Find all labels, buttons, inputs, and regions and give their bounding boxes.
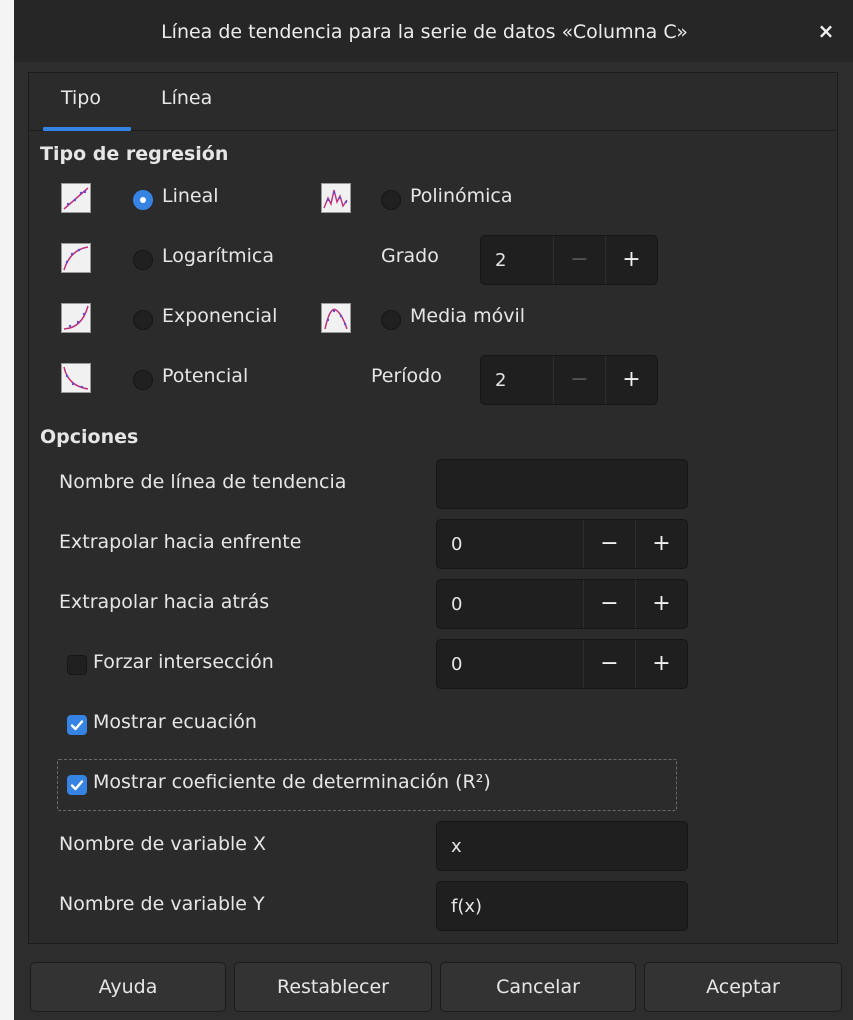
trendline-name-input[interactable] (436, 459, 688, 509)
power-trend-icon (61, 363, 91, 393)
extrapolate-forward-decrement-button[interactable]: − (583, 520, 635, 568)
extrapolate-backward-decrement-button[interactable]: − (583, 580, 635, 628)
x-variable-input[interactable]: x (436, 821, 688, 871)
grado-increment-button[interactable]: + (605, 236, 657, 284)
extrapolate-forward-value[interactable]: 0 (451, 520, 462, 570)
show-r2-checkbox[interactable] (67, 775, 87, 795)
extrapolate-backward-label: Extrapolar hacia atrás (59, 591, 270, 613)
periodo-label: Período (371, 365, 442, 387)
checkmark-icon (70, 720, 84, 731)
show-equation-label[interactable]: Mostrar ecuación (93, 711, 257, 733)
close-button[interactable]: × (815, 20, 837, 42)
extrapolate-forward-spinner[interactable]: 0 − + (436, 519, 688, 569)
radio-potencial[interactable] (133, 370, 153, 390)
radio-potencial-label[interactable]: Potencial (162, 365, 248, 387)
radio-logaritmica-label[interactable]: Logarítmica (162, 245, 274, 267)
dialog-title: Línea de tendencia para la serie de dato… (161, 21, 688, 43)
force-intercept-increment-button[interactable]: + (635, 640, 687, 688)
periodo-decrement-button[interactable]: − (553, 356, 605, 404)
reset-button[interactable]: Restablecer (234, 962, 432, 1012)
polynomial-trend-icon (321, 183, 351, 213)
force-intercept-decrement-button[interactable]: − (583, 640, 635, 688)
extrapolate-backward-increment-button[interactable]: + (635, 580, 687, 628)
help-button[interactable]: Ayuda (30, 962, 226, 1012)
logarithmic-trend-icon (61, 243, 91, 273)
radio-logaritmica[interactable] (133, 250, 153, 270)
linear-trend-icon (61, 183, 91, 213)
radio-exponencial-label[interactable]: Exponencial (162, 305, 277, 327)
exponential-trend-icon (61, 303, 91, 333)
radio-polinomica-label[interactable]: Polinómica (410, 185, 513, 207)
radio-lineal-label[interactable]: Lineal (162, 185, 219, 207)
tab-linea[interactable]: Línea (161, 87, 212, 117)
radio-media-movil-label[interactable]: Media móvil (410, 305, 525, 327)
force-intercept-checkbox[interactable] (67, 655, 87, 675)
force-intercept-spinner[interactable]: 0 − + (436, 639, 688, 689)
show-equation-checkbox[interactable] (67, 715, 87, 735)
tab-panel: Tipo Línea Tipo de regresión Lineal Poli… (28, 72, 838, 944)
tab-tipo[interactable]: Tipo (61, 87, 101, 117)
y-variable-input[interactable]: f(x) (436, 881, 688, 931)
radio-lineal[interactable] (133, 190, 153, 210)
ok-button[interactable]: Aceptar (644, 962, 842, 1012)
regression-type-header: Tipo de regresión (40, 143, 229, 165)
tab-bar: Tipo Línea (29, 73, 837, 131)
moving-average-trend-icon (321, 303, 351, 333)
checkmark-icon (70, 780, 84, 791)
options-header: Opciones (40, 426, 139, 448)
force-intercept-label[interactable]: Forzar intersección (93, 651, 274, 673)
extrapolate-backward-spinner[interactable]: 0 − + (436, 579, 688, 629)
extrapolate-forward-label: Extrapolar hacia enfrente (59, 531, 302, 553)
trendline-name-label: Nombre de línea de tendencia (59, 471, 347, 493)
grado-spinner[interactable]: 2 − + (480, 235, 658, 285)
extrapolate-backward-value[interactable]: 0 (451, 580, 462, 630)
grado-value[interactable]: 2 (495, 236, 506, 286)
extrapolate-forward-increment-button[interactable]: + (635, 520, 687, 568)
cancel-button[interactable]: Cancelar (440, 962, 636, 1012)
grado-label: Grado (381, 245, 439, 267)
y-variable-label: Nombre de variable Y (59, 893, 265, 915)
radio-polinomica[interactable] (381, 190, 401, 210)
title-bar: Línea de tendencia para la serie de dato… (14, 0, 853, 62)
show-r2-label[interactable]: Mostrar coeficiente de determinación (R²… (93, 771, 491, 793)
radio-exponencial[interactable] (133, 310, 153, 330)
radio-media-movil[interactable] (381, 310, 401, 330)
force-intercept-value[interactable]: 0 (451, 640, 462, 690)
y-variable-value[interactable]: f(x) (451, 882, 482, 932)
x-variable-value[interactable]: x (451, 822, 462, 872)
periodo-spinner[interactable]: 2 − + (480, 355, 658, 405)
grado-decrement-button[interactable]: − (553, 236, 605, 284)
trendline-dialog: Línea de tendencia para la serie de dato… (14, 0, 853, 1020)
active-tab-indicator (43, 127, 131, 131)
periodo-value[interactable]: 2 (495, 356, 506, 406)
x-variable-label: Nombre de variable X (59, 833, 267, 855)
periodo-increment-button[interactable]: + (605, 356, 657, 404)
